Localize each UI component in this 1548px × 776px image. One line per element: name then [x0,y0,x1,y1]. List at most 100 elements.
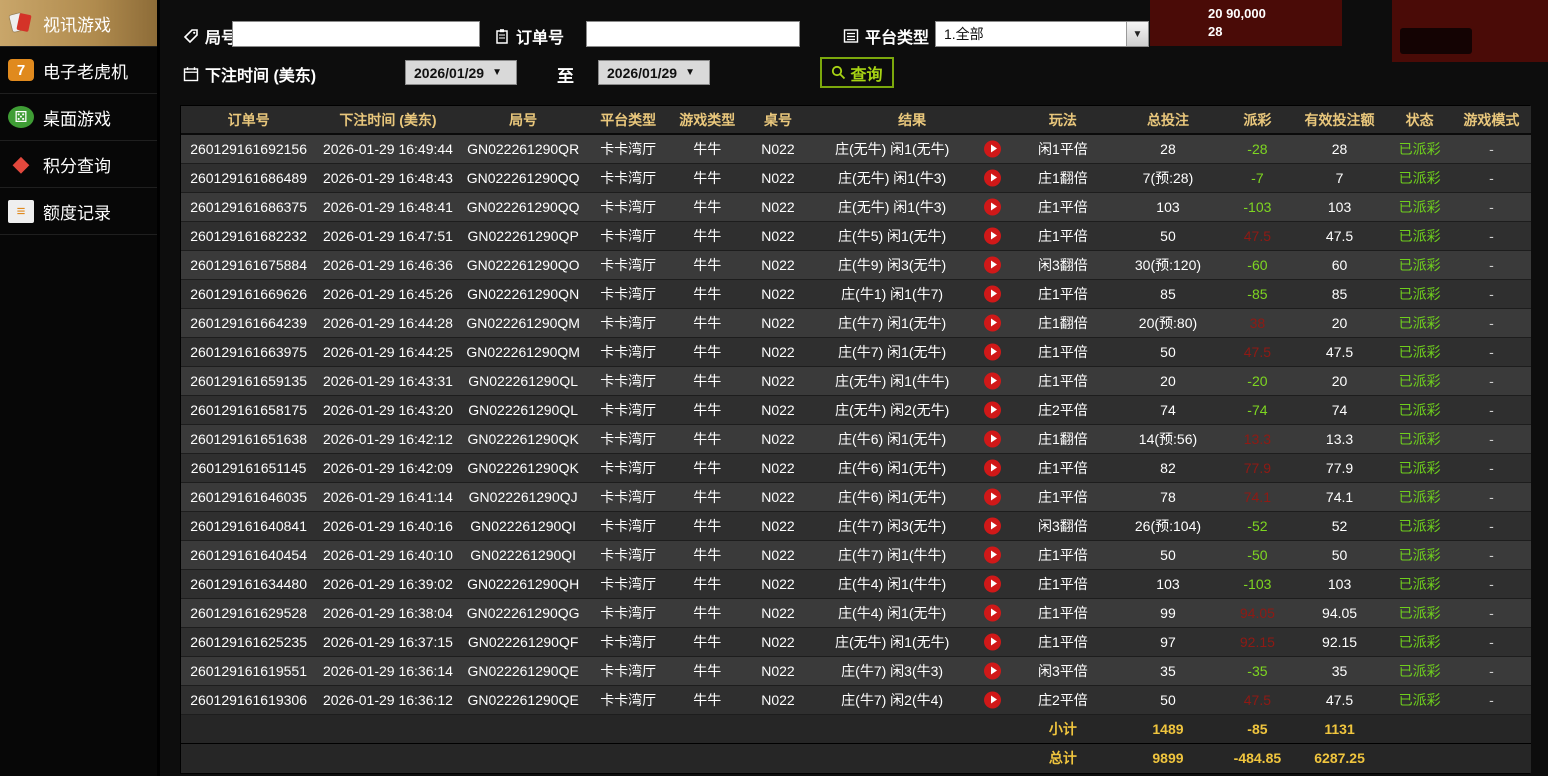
result-text: 庄(牛1) 闲1(牛7) [841,285,944,302]
cell-order: 260129161625235 [181,627,317,657]
date-from-picker[interactable]: 2026/01/29 ▼ [405,60,517,85]
cell-game: 牛牛 [669,424,745,454]
table-row: 260129161625235 2026-01-29 16:37:15 GN0222… [181,627,1531,657]
sidebar-item-slot-machines[interactable]: 7 电子老虎机 [0,47,157,94]
cell-mode: - [1451,163,1531,193]
cell-platform: 卡卡湾厅 [586,279,670,309]
cell-status: 已派彩 [1387,250,1452,280]
cell-game: 牛牛 [669,395,745,425]
cell-play: 庄1平倍 [1013,569,1113,599]
result-text: 庄(无牛) 闲1(牛3) [838,198,947,215]
cell-game: 牛牛 [669,569,745,599]
clipboard-icon [494,28,510,44]
replay-play-icon[interactable] [984,575,1001,592]
replay-play-icon[interactable] [984,633,1001,650]
sidebar-item-label: 额度记录 [43,203,111,223]
round-number-input[interactable] [232,21,480,47]
cell-round: GN022261290QK [459,424,587,454]
sidebar-item-video-games[interactable]: 视讯游戏 [0,0,157,47]
cell-mode: - [1451,395,1531,425]
replay-play-icon[interactable] [984,343,1001,360]
replay-play-icon[interactable] [984,662,1001,679]
cell-status: 已派彩 [1387,482,1452,512]
replay-play-icon[interactable] [984,140,1001,158]
cell-valid_bet: 74.1 [1291,482,1388,512]
cell-payout: 74.1 [1223,482,1292,512]
table-row: 260129161629528 2026-01-29 16:38:04 GN0222… [181,598,1531,628]
sidebar-item-quota-records[interactable]: ≡ 额度记录 [0,188,157,235]
result-text: 庄(牛7) 闲1(牛牛) [838,546,947,563]
replay-play-icon[interactable] [984,430,1001,447]
query-button[interactable]: 查询 [820,57,894,88]
replay-play-icon[interactable] [984,459,1001,476]
cell-result: 庄(无牛) 闲2(无牛) [811,395,1013,425]
cell-time: 2026-01-29 16:46:36 [316,250,460,280]
cell-round: GN022261290QM [459,308,587,338]
cell-platform: 卡卡湾厅 [586,482,670,512]
cell-valid_bet: 35 [1291,656,1388,686]
cell-payout: -103 [1223,192,1292,222]
replay-play-icon[interactable] [984,314,1001,331]
replay-play-icon[interactable] [984,401,1001,418]
total-payout: -484.85 [1223,742,1292,773]
table-row: 260129161659135 2026-01-29 16:43:31 GN0222… [181,366,1531,396]
cell-play: 闲3翻倍 [1013,250,1113,280]
cell-game: 牛牛 [669,221,745,251]
cell-valid_bet: 20 [1291,308,1388,338]
replay-play-icon[interactable] [984,256,1001,273]
replay-play-icon[interactable] [984,227,1001,244]
cell-table_no: N022 [744,279,812,309]
date-to-picker[interactable]: 2026/01/29 ▼ [598,60,710,85]
sidebar-item-table-games[interactable]: ⚄ 桌面游戏 [0,94,157,141]
result-text: 庄(牛6) 闲1(无牛) [838,459,947,476]
cell-order: 260129161675884 [181,250,317,280]
cell-status: 已派彩 [1387,192,1452,222]
order-number-input[interactable] [586,21,800,47]
table-row: 260129161686489 2026-01-29 16:48:43 GN0222… [181,163,1531,193]
bet-time-label-group: 下注时间 (美东) [183,62,316,86]
cell-play: 庄2平倍 [1013,395,1113,425]
subtotal-total-bet: 1489 [1112,713,1224,743]
replay-play-icon[interactable] [984,169,1001,186]
cell-payout: -35 [1223,656,1292,686]
cell-order: 260129161686489 [181,163,317,193]
table-row: 260129161686375 2026-01-29 16:48:41 GN0222… [181,192,1531,222]
replay-play-icon[interactable] [984,517,1001,534]
cell-result: 庄(牛7) 闲2(牛4) [811,685,1013,715]
cell-platform: 卡卡湾厅 [586,337,670,367]
cell-payout: 38 [1223,308,1292,338]
cell-mode: - [1451,569,1531,599]
cell-valid_bet: 74 [1291,395,1388,425]
cell-time: 2026-01-29 16:41:14 [316,482,460,512]
replay-play-icon[interactable] [984,604,1001,621]
cell-table_no: N022 [744,424,812,454]
cell-order: 260129161619306 [181,685,317,715]
replay-play-icon[interactable] [984,198,1001,215]
cell-result: 庄(牛6) 闲1(无牛) [811,482,1013,512]
cell-table_no: N022 [744,540,812,570]
total-row: 总计 9899 -484.85 6287.25 [181,742,1531,773]
cell-game: 牛牛 [669,163,745,193]
replay-play-icon[interactable] [984,546,1001,563]
cell-status: 已派彩 [1387,163,1452,193]
cell-status: 已派彩 [1387,453,1452,483]
table-row: 260129161682232 2026-01-29 16:47:51 GN0222… [181,221,1531,251]
platform-type-select[interactable]: 1.全部 ▼ [935,21,1149,47]
cell-result: 庄(牛6) 闲1(无牛) [811,453,1013,483]
cell-platform: 卡卡湾厅 [586,511,670,541]
column-header: 平台类型 [586,106,670,135]
cell-platform: 卡卡湾厅 [586,250,670,280]
cell-round: GN022261290QF [459,627,587,657]
cell-total_bet: 103 [1112,569,1224,599]
replay-play-icon[interactable] [984,691,1001,708]
replay-play-icon[interactable] [984,488,1001,505]
sidebar-item-points-query[interactable]: ◆ 积分查询 [0,141,157,188]
replay-play-icon[interactable] [984,372,1001,389]
cell-result: 庄(牛4) 闲1(无牛) [811,598,1013,628]
cell-time: 2026-01-29 16:42:09 [316,453,460,483]
replay-play-icon[interactable] [984,285,1001,302]
cell-play: 庄1平倍 [1013,540,1113,570]
cell-time: 2026-01-29 16:44:25 [316,337,460,367]
cell-result: 庄(牛7) 闲3(无牛) [811,511,1013,541]
cell-payout: -103 [1223,569,1292,599]
